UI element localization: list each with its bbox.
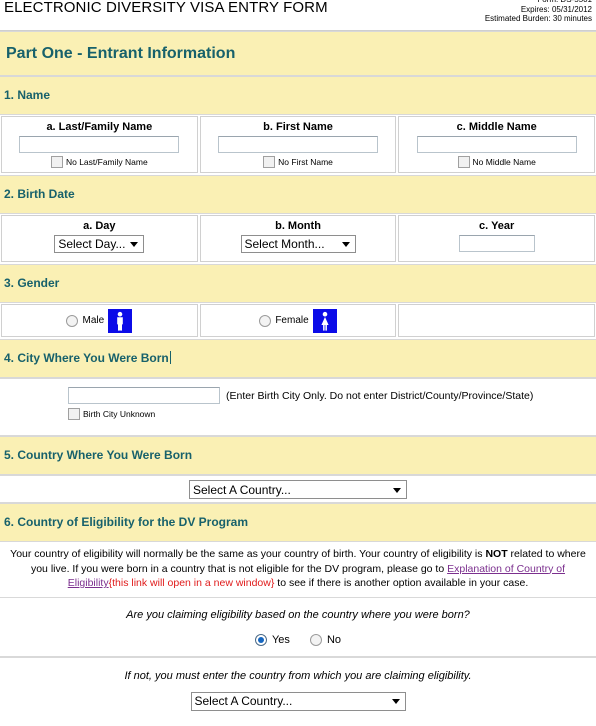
birth-day-label: a. Day: [83, 220, 116, 232]
form-burden: Estimated Burden: 30 minutes: [484, 14, 592, 23]
page-title: ELECTRONIC DIVERSITY VISA ENTRY FORM: [4, 0, 328, 16]
eligibility-yes-radio[interactable]: [254, 633, 267, 646]
eligibility-no-label: No: [326, 633, 341, 646]
country-born-select-wrap[interactable]: Select A Country...: [189, 480, 407, 499]
birth-day-select-wrap[interactable]: Select Day...: [54, 235, 145, 253]
no-middle-name-label: No Middle Name: [472, 157, 536, 167]
birth-city-unknown-label: Birth City Unknown: [83, 409, 156, 419]
no-middle-name-checkbox[interactable]: [457, 156, 470, 168]
section-heading-name: 1. Name: [0, 76, 596, 115]
female-label: Female: [275, 315, 309, 326]
eligibility-country-row: If not, you must enter the country from …: [0, 656, 596, 711]
male-radio[interactable]: [66, 314, 79, 327]
eligibility-final-text: If not, you must enter the country from …: [124, 669, 472, 682]
gender-empty-cell: [398, 304, 596, 337]
no-last-name-checkbox[interactable]: [50, 156, 63, 168]
eligibility-answer-group[interactable]: Yes No: [0, 633, 596, 646]
birth-city-unknown-row[interactable]: Birth City Unknown: [0, 408, 596, 420]
form-expiry: Expires: 05/31/2012: [520, 4, 592, 14]
section-heading-gender: 3. Gender: [0, 264, 596, 303]
no-first-name-checkbox[interactable]: [263, 156, 276, 168]
gender-male-group[interactable]: Male: [2, 305, 197, 336]
section-heading-birth-date: 2. Birth Date: [0, 175, 596, 214]
birth-day-cell: a. Day Select Day...: [1, 215, 198, 262]
country-born-row: Select A Country...: [0, 475, 596, 503]
no-first-name-row[interactable]: No First Name: [201, 156, 396, 172]
eligibility-country-select[interactable]: Select A Country...: [190, 691, 406, 711]
birth-day-select[interactable]: Select Day...: [54, 235, 145, 253]
eligibility-no-radio[interactable]: [309, 633, 322, 646]
first-name-label: b. First Name: [263, 121, 333, 133]
birth-month-cell: b. Month Select Month...: [199, 215, 397, 262]
no-last-name-label: No Last/Family Name: [65, 157, 148, 167]
last-name-input[interactable]: [19, 136, 180, 153]
eligibility-question: Are you claiming eligibility based on th…: [126, 608, 470, 621]
eligibility-country-select-wrap[interactable]: Select A Country...: [190, 691, 406, 711]
gender-female-cell[interactable]: Female: [199, 304, 397, 337]
gender-row: Male Female: [0, 303, 596, 339]
birth-month-label: b. Month: [275, 220, 321, 232]
eligibility-notice: Your country of eligibility will normall…: [0, 542, 596, 598]
middle-name-input[interactable]: [416, 136, 577, 153]
city-row: (Enter Birth City Only. Do not enter Dis…: [0, 378, 596, 436]
section-heading-city: 4. City Where You Were Born: [0, 339, 596, 378]
birth-year-input[interactable]: [458, 235, 535, 252]
birth-year-label: c. Year: [479, 220, 515, 232]
notice-text-3: to see if there is another option availa…: [274, 577, 529, 589]
no-middle-name-row[interactable]: No Middle Name: [399, 156, 594, 172]
male-label: Male: [82, 315, 105, 326]
eligibility-yes-label: Yes: [271, 633, 290, 646]
birth-year-cell: c. Year: [398, 215, 596, 262]
part-one-banner: Part One - Entrant Information: [0, 31, 596, 76]
first-name-input[interactable]: [218, 136, 378, 153]
page-header: ELECTRONIC DIVERSITY VISA ENTRY FORM For…: [0, 0, 596, 31]
birth-month-select-wrap[interactable]: Select Month...: [240, 235, 356, 253]
text-cursor: [169, 351, 171, 364]
gender-male-cell[interactable]: Male: [1, 304, 198, 337]
first-name-cell: b. First Name No First Name: [199, 116, 397, 173]
birth-city-input[interactable]: [68, 387, 220, 404]
gender-female-group[interactable]: Female: [201, 305, 396, 336]
last-name-label: a. Last/Family Name: [46, 121, 153, 133]
notice-not: NOT: [485, 548, 508, 560]
section-heading-country-born: 5. Country Where You Were Born: [0, 436, 596, 475]
middle-name-label: c. Middle Name: [456, 121, 537, 133]
name-fields-row: a. Last/Family Name No Last/Family Name …: [0, 115, 596, 175]
birth-city-unknown-checkbox[interactable]: [68, 408, 80, 420]
section-heading-eligibility: 6. Country of Eligibility for the DV Pro…: [0, 503, 596, 542]
eligibility-question-row: Are you claiming eligibility based on th…: [0, 597, 596, 657]
form-meta: Form: DS-5501 Expires: 05/31/2012 Estima…: [485, 0, 592, 24]
birth-city-hint: (Enter Birth City Only. Do not enter Dis…: [226, 389, 534, 402]
birth-date-row: a. Day Select Day... b. Month Select Mon…: [0, 214, 596, 264]
no-last-name-row[interactable]: No Last/Family Name: [2, 156, 197, 172]
notice-text-1: Your country of eligibility will normall…: [10, 548, 486, 560]
country-born-select[interactable]: Select A Country...: [189, 480, 407, 499]
city-input-line: (Enter Birth City Only. Do not enter Dis…: [0, 387, 596, 404]
male-figure-icon: [108, 308, 133, 333]
birth-month-select[interactable]: Select Month...: [240, 235, 356, 253]
female-figure-icon: [312, 308, 337, 333]
no-first-name-label: No First Name: [278, 157, 333, 167]
notice-red-text: {this link will open in a new window}: [108, 577, 275, 589]
last-name-cell: a. Last/Family Name No Last/Family Name: [1, 116, 198, 173]
middle-name-cell: c. Middle Name No Middle Name: [398, 116, 596, 173]
section-heading-city-text: 4. City Where You Were Born: [4, 351, 169, 365]
female-radio[interactable]: [259, 314, 272, 327]
